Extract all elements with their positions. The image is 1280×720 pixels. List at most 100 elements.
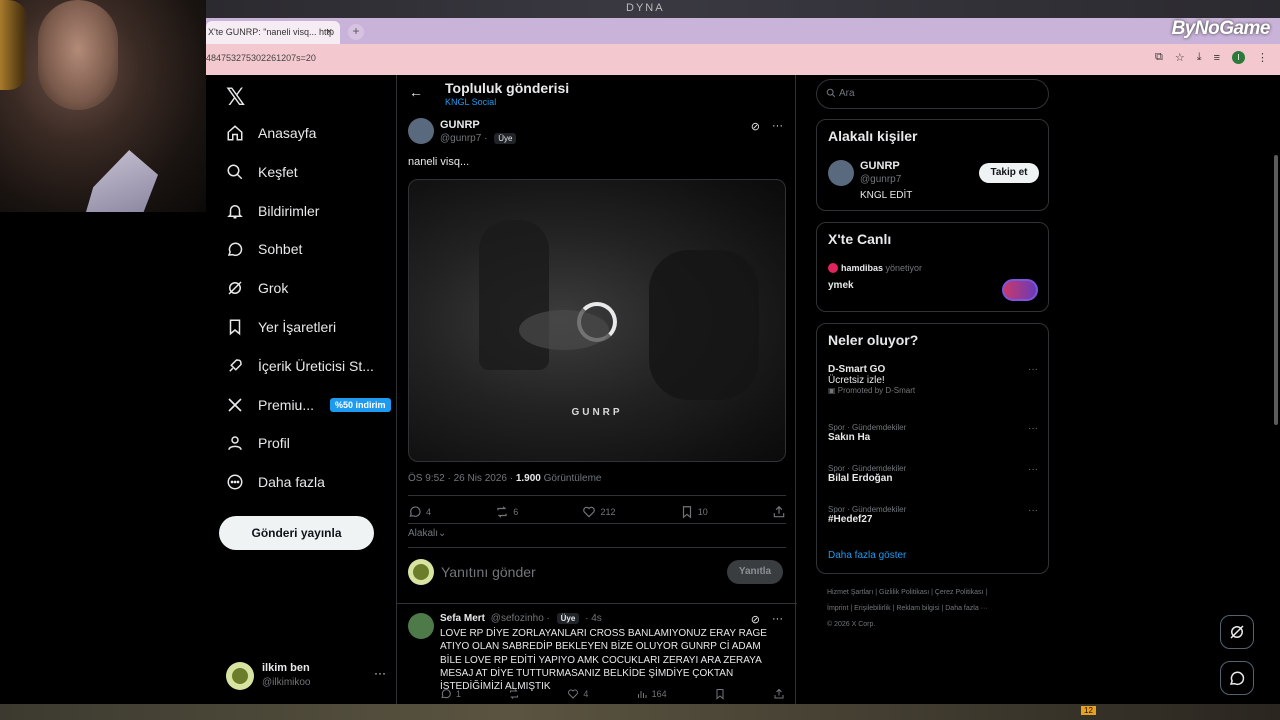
nav-item-notifications[interactable]: Bildirimler [226,198,319,224]
nav-item-premium[interactable]: Premiu... %50 indirim [226,392,391,418]
messages-fab-button[interactable] [1220,661,1254,695]
related-handle[interactable]: @gunrp7 [860,174,901,185]
reply-button[interactable]: 4 [408,505,431,519]
grok-fab-button[interactable] [1220,615,1254,649]
live-card[interactable]: X'te Canlı hamdibas yönetiyor ymek [816,222,1049,312]
bookmark-button[interactable]: 10 [680,505,708,519]
post-button[interactable]: Gönderi yayınla [219,516,374,550]
nav-label: Daha fazla [258,474,325,490]
new-tab-button[interactable]: + [348,24,364,40]
related-people-card: Alakalı kişiler GUNRP @gunrp7 KNGL EDİT … [816,119,1049,211]
like-button[interactable]: 212 [582,505,616,519]
bookmark-button[interactable] [714,688,726,700]
back-arrow-icon[interactable]: ← [409,84,423,100]
install-app-icon[interactable]: ⧉ [1155,51,1163,64]
bookmark-count: 10 [697,507,708,517]
trend-title: Bilal Erdoğan [828,473,893,484]
nav-item-more[interactable]: Daha fazla [226,469,325,495]
post-meta: ÖS 9:52 · 26 Nis 2026 · 1.900 Görüntülem… [408,473,601,484]
share-icon [774,688,784,699]
reply-icon [409,506,421,517]
post-author-name[interactable]: GUNRP [440,119,480,131]
nav-item-creator-studio[interactable]: İçerik Üreticisi St... [226,353,374,379]
tab-close-icon[interactable]: × [326,26,332,38]
related-bio: KNGL EDİT [860,190,913,201]
views-button[interactable]: 164 [636,688,667,700]
live-host: hamdibas yönetiyor [828,263,922,273]
reply-button[interactable]: 1 [440,688,461,700]
nav-item-home[interactable]: Anasayfa [226,120,316,146]
nav-label: İçerik Üreticisi St... [258,358,374,374]
reading-list-icon[interactable]: ≡ [1214,52,1220,64]
comment-actions: 1 4 164 [440,688,785,700]
avatar[interactable] [828,160,854,186]
x-page: 𝕏 Anasayfa Keşfet Bildirimler Sohbet Gro… [206,75,1280,704]
nav-item-explore[interactable]: Keşfet [226,159,298,185]
repost-button[interactable]: 6 [495,505,518,519]
show-more-link[interactable]: Daha fazla göster [828,550,906,561]
trend-promoted: ▣ Promoted by D-Smart [828,386,1038,395]
avatar[interactable] [408,613,434,639]
footer-line[interactable]: Hizmet Şartları | Gizlilik Politikası | … [827,585,1047,601]
bookmark-star-icon[interactable]: ☆ [1175,51,1185,64]
comment-time[interactable]: · 4s [585,613,602,624]
like-count: 4 [583,689,589,699]
nav-item-bookmarks[interactable]: Yer İşaretleri [226,314,336,340]
community-link[interactable]: KNGL Social [445,97,496,107]
reply-sort-dropdown[interactable]: Alakalı⌄ [408,528,446,539]
nav-label: Anasayfa [258,125,317,141]
grok-icon[interactable]: ⊘ [751,613,760,626]
promoted-icon: ▣ [828,386,838,395]
footer-line[interactable]: İmprint | Erişilebilirlik | Reklam bilgi… [827,601,1047,617]
follow-button[interactable]: Takip et [979,163,1039,183]
post-time[interactable]: ÖS 9:52 · 26 Nis 2026 · [408,473,513,484]
post-views: 1.900 [515,473,541,484]
x-logo-icon[interactable]: 𝕏 [226,83,245,112]
nav-item-profile[interactable]: Profil [226,430,290,456]
divider [408,495,786,496]
browser-menu-icon[interactable]: ⋮ [1257,51,1268,64]
more-icon[interactable]: ··· [1028,464,1038,475]
more-icon[interactable]: ··· [374,666,386,680]
host-avatar [828,263,838,273]
premium-discount-badge: %50 indirim [330,398,391,412]
comment-author-handle[interactable]: @sefozinho · [491,613,550,624]
trend-item[interactable]: D-Smart GO Ücretsiz izle! ▣ Promoted by … [828,364,1038,395]
share-button[interactable] [772,505,786,519]
post-video[interactable]: GUNRP [408,179,786,462]
reply-input[interactable]: Yanıtını gönder [441,564,536,580]
grok-icon [226,279,244,297]
more-icon[interactable]: ··· [772,613,783,626]
trend-item[interactable]: Spor · Gündemdekiler #Hedef27 ··· [828,505,1038,525]
avatar [408,559,434,585]
post-text: naneli visq... [408,156,470,168]
like-button[interactable]: 4 [567,688,588,700]
nav-item-grok[interactable]: Grok [226,275,288,301]
url-field[interactable]: 484753275302261207s=20 [206,53,316,63]
search-input[interactable]: Ara [816,79,1049,109]
more-icon[interactable]: ··· [1028,364,1038,375]
more-icon[interactable]: ··· [1028,423,1038,434]
reply-submit-button[interactable]: Yanıtla [727,560,783,584]
page-scrollbar[interactable] [1274,155,1278,425]
trends-title: Neler oluyor? [828,332,919,348]
avatar[interactable] [408,118,434,144]
comment-author-name[interactable]: Sefa Mert [440,613,485,624]
more-icon[interactable]: ··· [772,120,783,133]
related-name[interactable]: GUNRP [860,160,900,172]
browser-profile-avatar[interactable]: I [1232,51,1245,64]
more-icon[interactable]: ··· [1028,505,1038,516]
repost-button[interactable] [508,688,520,700]
share-button[interactable] [773,688,785,700]
browser-tab[interactable]: X'te GUNRP: "naneli visq... http × [206,21,340,44]
download-icon[interactable]: ⤓ [1197,51,1202,64]
nav-item-chat[interactable]: Sohbet [226,236,302,262]
comment-text: LOVE RP DİYE ZORLAYANLARI CROSS BANLAMIY… [440,628,767,693]
trend-item[interactable]: Spor · Gündemdekiler Sakın Ha ··· [828,423,1038,443]
account-switcher[interactable]: ilkim ben @ilkimikoo ··· [226,660,386,692]
grok-icon[interactable]: ⊘ [751,120,760,133]
trend-item[interactable]: Spor · Gündemdekiler Bilal Erdoğan ··· [828,464,1038,484]
nav-label: Bildirimler [258,203,320,219]
trend-title: Sakın Ha [828,432,871,443]
post-author-handle[interactable]: @gunrp7 · [440,133,487,144]
